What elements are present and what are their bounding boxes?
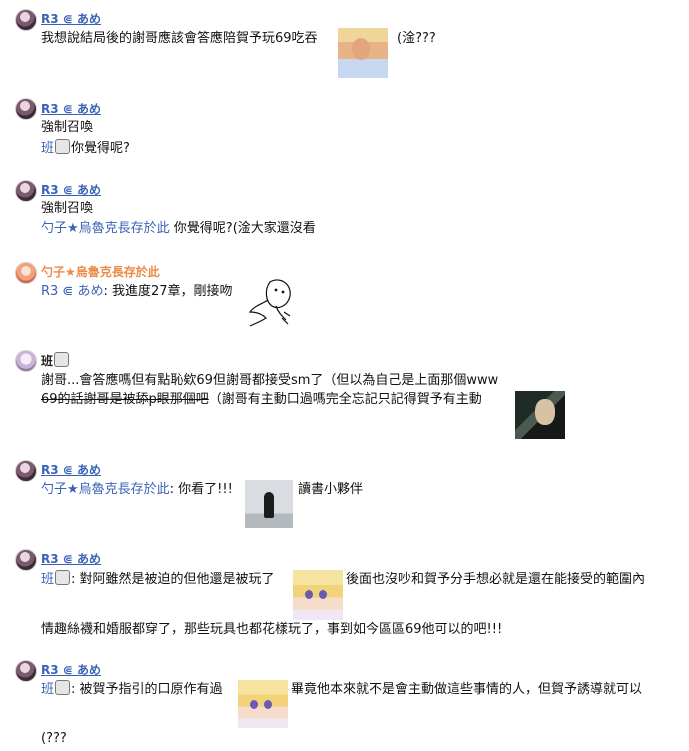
message-text: 謝哥...會答應嗎但有點恥欸69但謝哥都接受sm了（但以為自己是上面那個www (41, 371, 498, 391)
message-text: (淦??? (397, 29, 436, 49)
author-name[interactable]: R3 ⋐ あめ (41, 10, 101, 27)
avatar[interactable] (15, 350, 37, 372)
message-text: (??? (41, 729, 67, 749)
message-text: R3 ⋐ あめ: 我進度27章，剛接吻 (41, 282, 233, 302)
avatar[interactable] (15, 180, 37, 202)
text-span: 你覺得呢? (71, 141, 130, 156)
doodle-sticker[interactable] (246, 276, 298, 330)
message-text: 勺子★烏魯克長存於此: 你看了!!! (41, 480, 233, 500)
text-span: (??? (41, 731, 67, 746)
reaction-image[interactable] (245, 480, 293, 528)
text-span: 畢竟他本來就不是會主動做這些事情的人，但賀予誘導就可以 (291, 682, 643, 697)
author-name[interactable]: R3 ⋐ あめ (41, 100, 101, 117)
message-text: 讀書小夥伴 (298, 480, 363, 500)
message-text: 班 : 對阿雖然是被迫的但他還是被玩了 (41, 570, 275, 590)
sticker-image[interactable] (338, 28, 388, 78)
message-text: 69的話謝哥是被舔p眼那個吧（謝哥有主動口過嗎完全忘記只記得賀予有主動 (41, 390, 482, 410)
text-span: : 被賀予指引的口原作有過 (71, 682, 223, 697)
dice-emoji-icon (55, 680, 71, 695)
message-text: 強制召喚 (41, 118, 93, 138)
author-name[interactable]: 勺子★烏魯克長存於此 (41, 263, 160, 280)
message-text: 班 你覺得呢? (41, 139, 130, 159)
author-name[interactable]: R3 ⋐ あめ (41, 181, 101, 198)
text-span: : 對阿雖然是被迫的但他還是被玩了 (71, 572, 275, 587)
author-name[interactable]: R3 ⋐ あめ (41, 461, 101, 478)
text-span: : 我進度27章，剛接吻 (103, 284, 233, 299)
text-span: 你覺得呢?(淦大家還沒看 (169, 221, 316, 236)
sticker-image[interactable] (238, 680, 288, 728)
strikethrough-text: 69的話謝哥是被舔p眼那個吧 (41, 392, 209, 407)
dice-emoji-icon (54, 352, 70, 367)
message-text: 班 : 被賀予指引的口原作有過 (41, 680, 223, 700)
mention-link[interactable]: 班 (41, 572, 54, 587)
sticker-image[interactable] (293, 570, 343, 620)
text-span: 我想說結局後的謝哥應該會答應陪賀予玩69吃吞 (41, 31, 318, 46)
message-text: 我想說結局後的謝哥應該會答應陪賀予玩69吃吞 (41, 29, 318, 49)
text-span: 後面也沒吵和賀予分手想必就是還在能接受的範圍內 (346, 572, 646, 587)
author-name-text: 班 (41, 354, 54, 368)
author-name[interactable]: R3 ⋐ あめ (41, 550, 101, 567)
message-text: 勺子★烏魯克長存於此 你覺得呢?(淦大家還沒看 (41, 219, 316, 239)
author-name[interactable]: R3 ⋐ あめ (41, 661, 101, 678)
mention-link[interactable]: 班 (41, 682, 54, 697)
message-text: 畢竟他本來就不是會主動做這些事情的人，但賀予誘導就可以 (291, 680, 642, 700)
avatar[interactable] (15, 660, 37, 682)
text-span: : 你看了!!! (169, 482, 233, 497)
mention-link[interactable]: 班 (41, 141, 54, 156)
text-span: 讀書小夥伴 (298, 482, 364, 497)
reaction-image[interactable] (515, 391, 565, 439)
message-text: 後面也沒吵和賀予分手想必就是還在能接受的範圍內 (346, 570, 645, 590)
mention-link[interactable]: 勺子★烏魯克長存於此 (41, 482, 170, 497)
mention-link[interactable]: R3 ⋐ あめ (41, 284, 103, 299)
dice-emoji-icon (55, 139, 71, 154)
message-text: 強制召喚 (41, 199, 93, 219)
author-name[interactable]: 班 (41, 352, 70, 369)
message-text: 情趣絲襪和婚服都穿了，那些玩具也都花樣玩了，事到如今區區69他可以的吧!!! (41, 620, 502, 640)
avatar[interactable] (15, 9, 37, 31)
avatar[interactable] (15, 98, 37, 120)
avatar[interactable] (15, 460, 37, 482)
text-span: 謝哥...會答應嗎但有點恥欸69但謝哥都接受sm了（但以為自己是上面那個www (41, 373, 499, 388)
dice-emoji-icon (55, 570, 71, 585)
text-span: （謝哥有主動口過嗎完全忘記只記得賀予有主動 (208, 392, 482, 407)
mention-link[interactable]: 勺子★烏魯克長存於此 (41, 221, 170, 236)
avatar[interactable] (15, 549, 37, 571)
avatar[interactable] (15, 262, 37, 284)
text-span: (淦??? (397, 31, 436, 46)
text-span: 強制召喚 (41, 201, 94, 216)
text-span: 情趣絲襪和婚服都穿了，那些玩具也都花樣玩了，事到如今區區69他可以的吧!!! (41, 622, 503, 637)
text-span: 強制召喚 (41, 120, 94, 135)
